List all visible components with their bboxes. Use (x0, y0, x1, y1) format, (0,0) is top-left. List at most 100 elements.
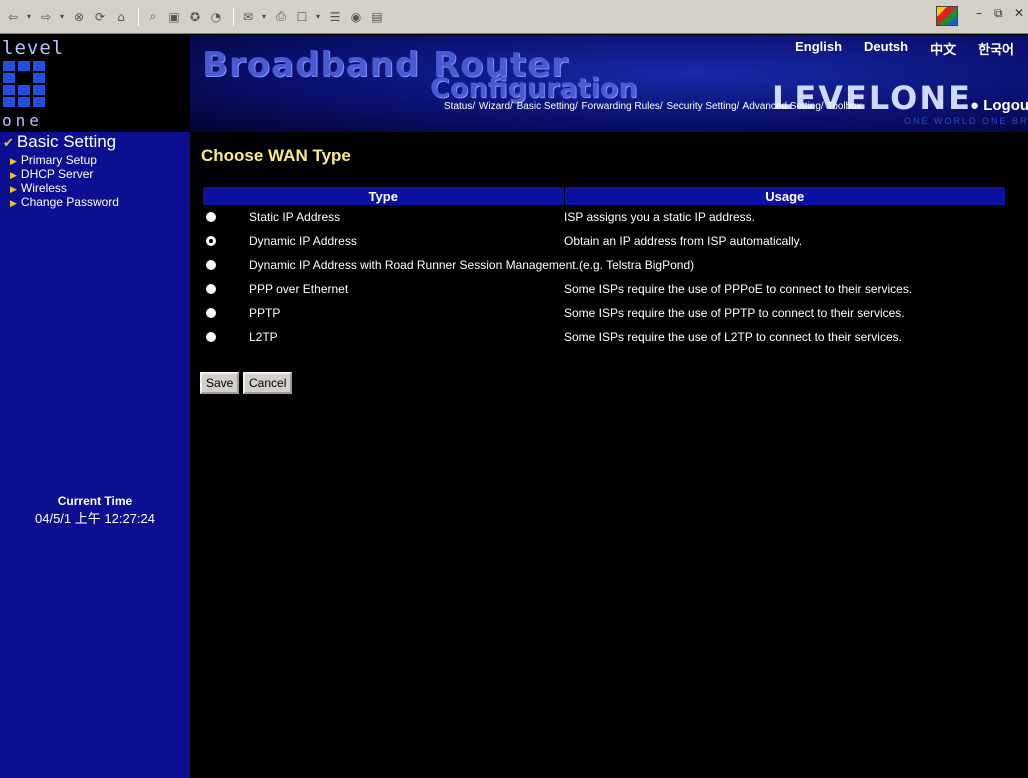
nav-advanced-setting[interactable]: Advanced Setting/ (743, 101, 824, 112)
lang-korean[interactable]: 한국어 (978, 39, 1014, 58)
search-icon[interactable]: ⌕ (144, 7, 162, 27)
close-icon[interactable]: ✕ (1014, 6, 1024, 20)
nav-toolbox[interactable]: Toolbox (827, 101, 861, 112)
discuss-icon[interactable]: ☰ (326, 7, 344, 27)
arrow-right-icon: ▶ (10, 184, 17, 194)
usage-text: Some ISPs require the use of PPTP to con… (564, 306, 905, 320)
cancel-button[interactable]: Cancel (243, 372, 293, 394)
checkmark-icon: ✔ (3, 135, 14, 150)
type-label: PPTP (249, 306, 281, 320)
wan-option-l2tp: L2TP Some ISPs require the use of L2TP t… (203, 325, 1005, 349)
wan-option-road-runner: Dynamic IP Address with Road Runner Sess… (203, 253, 1005, 277)
wan-type-table: Type Usage Static IP Address ISP assigns… (203, 187, 1005, 349)
main-content: Choose WAN Type Type Usage Static IP Add… (190, 132, 1028, 778)
sidebar-item-primary-setup[interactable]: ▶ Primary Setup (10, 154, 119, 168)
back-icon[interactable]: ⇦ (4, 7, 22, 27)
radio-dynamic-ip[interactable] (206, 236, 216, 246)
usage-text: ISP assigns you a static IP address. (564, 210, 755, 224)
type-label: PPP over Ethernet (249, 282, 349, 296)
wan-option-dynamic-ip: Dynamic IP Address Obtain an IP address … (203, 229, 1005, 253)
print-icon[interactable]: ⎙ (272, 7, 290, 27)
usage-text: Some ISPs require the use of L2TP to con… (564, 330, 902, 344)
lang-chinese[interactable]: 中文 (930, 39, 956, 58)
favorites-icon[interactable]: ▣ (165, 7, 183, 27)
sidebar-item-label: Wireless (20, 181, 67, 195)
edit-dropdown-icon[interactable]: ▾ (314, 7, 322, 27)
logo-block (33, 73, 45, 83)
nav-basic-setting[interactable]: Basic Setting/ (517, 101, 578, 112)
language-switcher: English Deutsh 中文 한국어 (795, 39, 1014, 58)
logout-label: Logout (983, 97, 1028, 114)
logo-block (3, 61, 15, 71)
brand-one-text: one (2, 111, 43, 130)
radio-pppoe[interactable] (206, 284, 216, 294)
stop-icon[interactable]: ⊗ (70, 7, 88, 27)
sidebar-section-label: Basic Setting (16, 132, 117, 151)
forward-icon[interactable]: ⇨ (37, 7, 55, 27)
lang-english[interactable]: English (795, 39, 842, 58)
messenger-icon[interactable]: ◉ (347, 7, 365, 27)
sidebar: ✔ Basic Setting ▶ Primary Setup ▶ DHCP Serv… (0, 132, 190, 778)
refresh-icon[interactable]: ⟳ (91, 7, 109, 27)
wan-option-pptp: PPTP Some ISPs require the use of PPTP t… (203, 301, 1005, 325)
logo-block (18, 61, 30, 71)
logo-block (3, 97, 15, 107)
logo-block (3, 73, 15, 83)
current-time-value: 04/5/1 上午 12:27:24 (35, 511, 155, 526)
logo-block (3, 85, 15, 95)
nav-security-setting[interactable]: Security Setting/ (666, 101, 739, 112)
bullet-icon: ● (970, 97, 980, 114)
sidebar-item-wireless[interactable]: ▶ Wireless (10, 182, 119, 196)
save-button[interactable]: Save (200, 372, 240, 394)
brand-slogan: ONE WORLD ONE BRAND ONE LEVEL (904, 116, 1028, 126)
type-label: L2TP (249, 330, 278, 344)
minimize-icon[interactable]: – (976, 6, 982, 20)
logo-block (33, 97, 45, 107)
browser-toolbar: ⇦ ▾ ⇨ ▾ ⊗ ⟳ ⌂ ⌕ ▣ ✪ ◔ ✉ ▾ ⎙ ☐ ▾ ☰ ◉ ▤ – ⧉ ✕ (0, 0, 1028, 34)
type-label: Static IP Address (249, 210, 341, 224)
sidebar-section-title[interactable]: ✔ Basic Setting (3, 132, 116, 152)
nav-wizard[interactable]: Wizard/ (479, 101, 513, 112)
wan-option-pppoe: PPP over Ethernet Some ISPs require the … (203, 277, 1005, 301)
edit-icon[interactable]: ☐ (293, 7, 311, 27)
restore-icon[interactable]: ⧉ (994, 6, 1003, 21)
type-label: Dynamic IP Address with Road Runner Sess… (249, 258, 695, 272)
table-header-row: Type Usage (203, 187, 1005, 205)
mail-icon[interactable]: ✉ (239, 7, 257, 27)
sidebar-menu: ▶ Primary Setup ▶ DHCP Server ▶ Wireless ▶ C… (10, 154, 119, 210)
arrow-right-icon: ▶ (10, 198, 17, 208)
logo-block (33, 61, 45, 71)
type-label: Dynamic IP Address (249, 234, 357, 248)
mail-dropdown-icon[interactable]: ▾ (260, 7, 268, 27)
brand-logo: level one (0, 35, 190, 132)
sidebar-item-change-password[interactable]: ▶ Change Password (10, 196, 119, 210)
radio-pptp[interactable] (206, 308, 216, 318)
nav-status[interactable]: Status/ (444, 101, 475, 112)
banner-subtitle: Configuration (430, 73, 638, 104)
logo-block (18, 85, 30, 95)
radio-road-runner[interactable] (206, 260, 216, 270)
logo-block (18, 97, 30, 107)
nav-forwarding-rules[interactable]: Forwarding Rules/ (582, 101, 663, 112)
page-title: Choose WAN Type (201, 146, 351, 165)
arrow-right-icon: ▶ (10, 156, 17, 166)
home-icon[interactable]: ⌂ (112, 7, 130, 27)
arrow-right-icon: ▶ (10, 170, 17, 180)
sidebar-item-dhcp-server[interactable]: ▶ DHCP Server (10, 168, 119, 182)
media-icon[interactable]: ✪ (186, 7, 204, 27)
brand-level-text: level (2, 37, 65, 59)
research-icon[interactable]: ▤ (368, 7, 386, 27)
sidebar-item-label: Primary Setup (20, 153, 97, 167)
lang-deutsch[interactable]: Deutsh (864, 39, 908, 58)
toolbar-separator (233, 7, 234, 26)
usage-text: Obtain an IP address from ISP automatica… (564, 234, 803, 248)
radio-l2tp[interactable] (206, 332, 216, 342)
toolbar-separator (138, 7, 139, 26)
radio-static-ip[interactable] (206, 212, 216, 222)
sidebar-item-label: Change Password (20, 195, 119, 209)
history-icon[interactable]: ◔ (207, 7, 225, 27)
back-dropdown-icon[interactable]: ▾ (25, 7, 33, 27)
logout-link[interactable]: ● Logout (970, 97, 1028, 114)
wan-option-static-ip: Static IP Address ISP assigns you a stat… (203, 205, 1005, 229)
forward-dropdown-icon[interactable]: ▾ (58, 7, 66, 27)
